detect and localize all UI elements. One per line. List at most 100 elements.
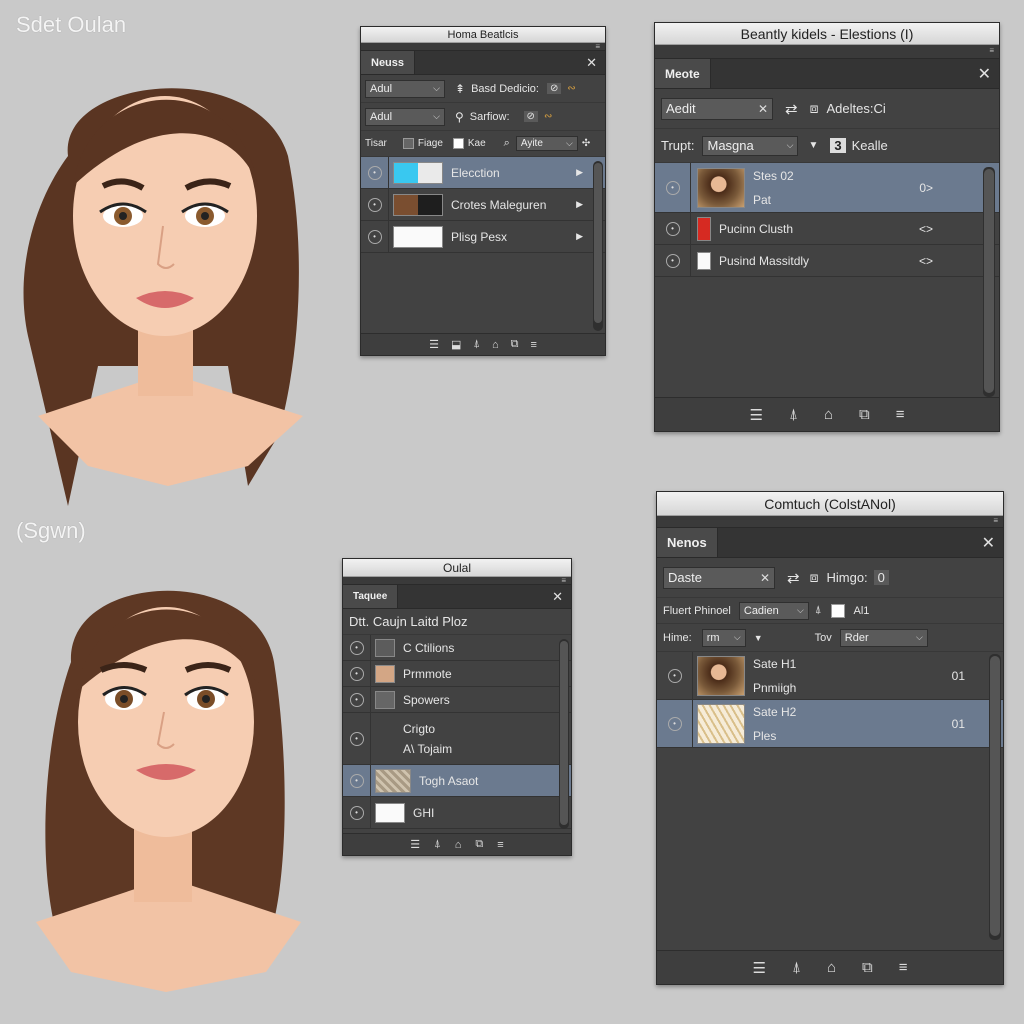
unit-select[interactable]: rm ⌵ [701,628,746,647]
mode-select[interactable]: Cadien ⌵ [738,601,809,620]
layer-value[interactable]: <> [919,254,933,268]
home-icon[interactable]: ⌂ [827,959,836,976]
layer-row[interactable]: • Pusind Massitdly <> [655,245,999,277]
close-icon[interactable]: ✕ [982,533,995,553]
layer-value[interactable]: 0> [919,181,933,195]
folder-icon[interactable]: ⧉ [511,338,519,351]
visibility-eye-icon[interactable]: • [665,253,680,268]
visibility-eye-icon[interactable]: • [667,716,682,731]
layer-value[interactable]: <> [919,222,933,236]
visibility-eye-icon[interactable]: • [665,221,680,236]
scrollbar[interactable] [559,639,569,829]
settings-icon[interactable]: ✣ [582,138,590,149]
home-icon[interactable]: ⌂ [824,406,833,423]
lock-icon[interactable]: ⊘ [546,83,562,94]
panel-menu-icon[interactable]: ≡ [595,42,600,51]
layer-row[interactable]: • Plisg Pesx ▶ [361,221,605,253]
folder-icon[interactable]: ⧉ [475,838,483,851]
close-icon[interactable]: ✕ [586,55,597,71]
link-icon[interactable]: ⇄ [787,569,800,587]
layer-row[interactable]: • Stes 02 Pat 0> [655,163,999,213]
layer-row[interactable]: • Crotes Maleguren ▶ [361,189,605,221]
layer-row[interactable]: • Spowers [343,687,571,713]
mask-icon[interactable]: ⍋ [473,338,480,351]
expand-arrow-icon[interactable]: ▶ [576,231,583,242]
checkbox[interactable] [402,138,414,149]
layer-row[interactable]: • Sate H1 Pnmiigh 01 [657,652,1003,700]
visibility-eye-icon[interactable]: • [367,229,382,244]
home-icon[interactable]: ⌂ [492,339,499,351]
layer-row[interactable]: • Elecction ▶ [361,157,605,189]
tab-meote[interactable]: Meote [655,59,711,88]
menu-icon[interactable]: ≡ [896,406,905,423]
blend-mode-select[interactable]: Aedit ✕ [661,97,773,120]
visibility-eye-icon[interactable]: • [349,773,364,788]
expand-arrow-icon[interactable]: ▶ [576,199,583,210]
frame-icon[interactable]: ⧈ [810,569,819,586]
tab-neuss[interactable]: Neuss [361,51,416,74]
link-icon[interactable]: ∾ [567,83,575,94]
render-select[interactable]: Rder ⌵ [839,628,928,647]
home-icon[interactable]: ⌂ [455,839,462,851]
panel-menu-icon[interactable]: ≡ [989,46,994,55]
visibility-eye-icon[interactable]: • [349,731,364,746]
visibility-eye-icon[interactable]: • [349,666,364,681]
menu-icon[interactable]: ≡ [497,839,503,851]
brush-icon[interactable]: ⍋ [815,604,822,617]
stack-icon[interactable]: ☰ [749,406,762,424]
frame-icon[interactable]: ⧈ [810,100,819,117]
expand-arrow-icon[interactable]: ▶ [576,167,583,178]
visibility-eye-icon[interactable]: • [367,197,382,212]
scrollbar[interactable] [989,654,1001,940]
visibility-eye-icon[interactable]: • [367,165,382,180]
filter-select[interactable]: Masgna ⌵ [702,135,799,156]
lock-icon[interactable]: ⊘ [523,111,538,122]
folder-icon[interactable]: ⧉ [862,959,873,976]
layer-row[interactable]: • Prmmote [343,661,571,687]
stack-icon[interactable]: ☰ [410,838,420,851]
link-icon[interactable]: ∾ [544,111,552,122]
visibility-eye-icon[interactable]: • [667,668,682,683]
layer-row[interactable]: • Togh Asaot [343,765,571,797]
fill-select[interactable]: Ayite ⌵ [515,136,578,151]
menu-icon[interactable]: ≡ [530,339,536,351]
blend-mode-select[interactable]: Adul ⌵ [365,79,445,98]
tab-nenos[interactable]: Nenos [657,528,718,557]
folder-icon[interactable]: ⧉ [859,406,870,423]
scrollbar[interactable] [983,167,995,397]
visibility-eye-icon[interactable]: • [349,692,364,707]
layer-list: • Stes 02 Pat 0> • Pucinn Clusth <> • Pusind Mas… [655,163,999,277]
layer-row[interactable]: • Crigto A\ Tojaim [343,713,571,765]
close-icon[interactable]: ✕ [552,589,563,605]
panel-menu-icon[interactable]: ≡ [561,576,566,585]
brush-icon[interactable]: ⌕ [504,137,510,150]
scrollbar[interactable] [593,161,603,331]
stack-icon[interactable]: ☰ [752,959,765,977]
chevron-down-icon[interactable]: ▼ [808,140,818,151]
panel-menu-icon[interactable]: ≡ [993,516,998,525]
opacity-select[interactable]: Adul ⌵ [365,107,445,126]
blend-mode-select[interactable]: Daste ✕ [663,566,775,589]
fill-icon[interactable]: ⍋ [789,406,798,423]
select-value[interactable]: 0 [873,570,889,585]
layer-value[interactable]: 01 [952,669,965,683]
visibility-eye-icon[interactable]: • [349,640,364,655]
layer-row[interactable]: • GHI [343,797,571,829]
fill-icon[interactable]: ⬓ [451,338,461,351]
layer-row[interactable]: • Pucinn Clusth <> [655,213,999,245]
tab-taquee[interactable]: Taquee [343,585,399,608]
layer-value[interactable]: 01 [952,717,965,731]
fill-icon[interactable]: ⍋ [792,959,801,976]
color-swatch[interactable] [831,603,846,618]
fill-icon[interactable]: ⍋ [434,838,441,851]
close-icon[interactable]: ✕ [978,64,991,84]
layer-row[interactable]: • Sate H2 Ples 01 [657,700,1003,748]
chevron-down-icon[interactable]: ▼ [754,633,763,643]
checkbox[interactable] [452,138,464,149]
layer-row[interactable]: • C Ctilions [343,635,571,661]
menu-icon[interactable]: ≡ [899,959,908,976]
visibility-eye-icon[interactable]: • [349,805,364,820]
stack-icon[interactable]: ☰ [429,338,439,351]
visibility-eye-icon[interactable]: • [665,180,680,195]
link-icon[interactable]: ⇄ [785,100,798,118]
